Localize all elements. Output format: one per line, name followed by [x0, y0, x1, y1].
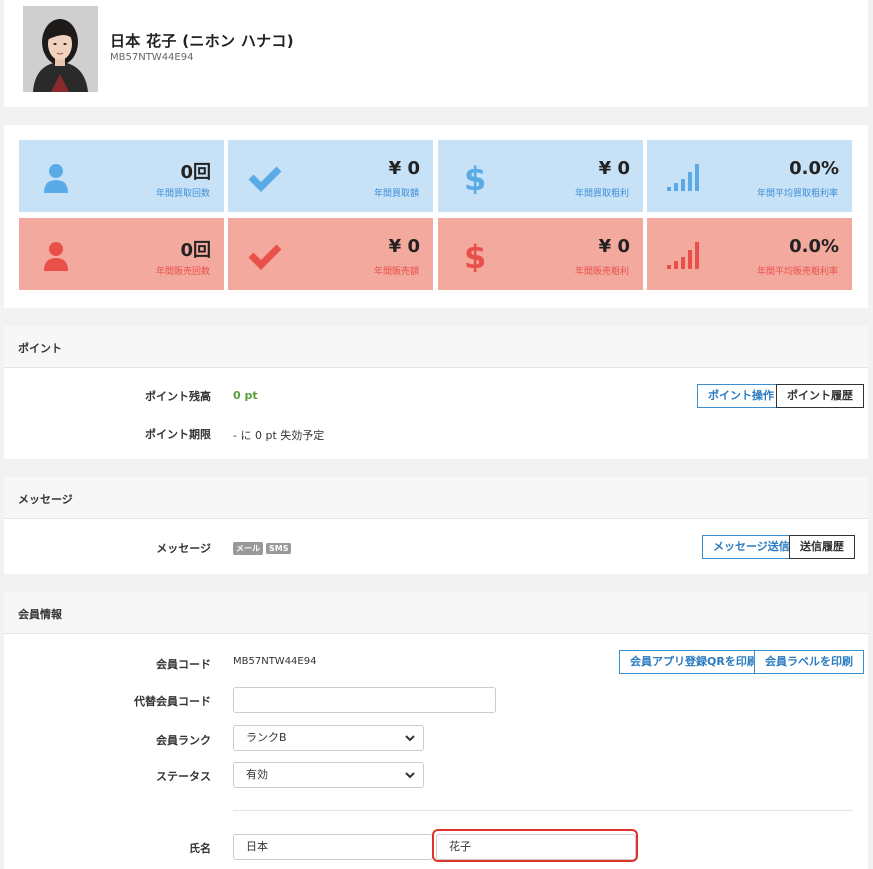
stat-tile-buy-count: 0回 年間買取回数 — [19, 140, 224, 212]
svg-text:$: $ — [464, 160, 486, 194]
stat-label: 年間買取粗利 — [574, 189, 629, 199]
dollar-icon: $ — [464, 160, 486, 194]
check-icon — [248, 166, 282, 192]
stat-tile-buy-amount: ¥ 0 年間買取額 — [228, 140, 433, 212]
stat-tile-buy-rate: 0.0% 年間平均買取粗利率 — [647, 140, 852, 212]
chevron-down-icon — [405, 735, 415, 742]
point-history-button[interactable]: ポイント履歴 — [776, 384, 864, 408]
message-tags: メール SMS — [233, 541, 294, 555]
svg-text:$: $ — [464, 238, 486, 272]
stat-value: ¥ 0 — [388, 158, 420, 179]
member-code: MB57NTW44E94 — [110, 52, 194, 63]
stat-label: 年間平均買取粗利率 — [756, 189, 838, 199]
name-label: 氏名 — [189, 842, 211, 855]
section-title: ポイント — [4, 326, 868, 368]
rank-label: 会員ランク — [156, 734, 211, 747]
stat-value: ¥ 0 — [388, 236, 420, 257]
check-icon — [248, 244, 282, 270]
status-select-value: 有効 — [246, 768, 268, 781]
person-icon — [44, 164, 68, 193]
last-name-input[interactable]: 日本 — [233, 834, 433, 860]
chevron-down-icon — [405, 772, 415, 779]
message-label: メッセージ — [156, 542, 211, 555]
member-info-section: 会員情報 会員コード MB57NTW44E94 会員アプリ登録QRを印刷 会員ラ… — [4, 592, 868, 869]
stat-label: 年間平均販売粗利率 — [756, 267, 838, 277]
stat-tile-sell-rate: 0.0% 年間平均販売粗利率 — [647, 218, 852, 290]
send-history-button[interactable]: 送信履歴 — [789, 535, 855, 559]
status-label: ステータス — [156, 770, 211, 783]
stat-label: 年間販売回数 — [155, 267, 210, 277]
print-member-label-button[interactable]: 会員ラベルを印刷 — [754, 650, 864, 674]
stat-tile-sell-profit: $ ¥ 0 年間販売粗利 — [438, 218, 643, 290]
points-expiry-label: ポイント期限 — [145, 428, 211, 441]
stat-tile-sell-amount: ¥ 0 年間販売額 — [228, 218, 433, 290]
points-expiry-value: - に 0 pt 失効予定 — [233, 429, 325, 442]
stat-value: ¥ 0 — [598, 236, 630, 257]
point-operation-button[interactable]: ポイント操作 — [697, 384, 785, 408]
stat-value: 0.0% — [789, 236, 839, 257]
highlight-box — [432, 829, 638, 862]
rank-select[interactable]: ランクB — [233, 725, 424, 751]
stat-value: ¥ 0 — [598, 158, 630, 179]
rank-select-value: ランクB — [246, 731, 287, 744]
stat-value: 0回 — [180, 162, 211, 183]
print-app-qr-button[interactable]: 会員アプリ登録QRを印刷 — [619, 650, 769, 674]
member-name: 日本 花子 (ニホン ハナコ) — [110, 32, 294, 50]
section-title: メッセージ — [4, 477, 868, 519]
signal-bars-icon — [667, 164, 699, 191]
stat-label: 年間販売粗利 — [574, 267, 629, 277]
profile-header: 日本 花子 (ニホン ハナコ) MB57NTW44E94 — [4, 0, 868, 107]
person-icon — [44, 242, 68, 271]
messages-section: メッセージ メッセージ メール SMS メッセージ送信 送信履歴 — [4, 477, 868, 574]
member-code-label: 会員コード — [156, 658, 211, 671]
sms-tag: SMS — [266, 543, 292, 554]
stat-tile-buy-profit: $ ¥ 0 年間買取粗利 — [438, 140, 643, 212]
stat-label: 年間買取回数 — [155, 189, 210, 199]
send-message-button[interactable]: メッセージ送信 — [702, 535, 801, 559]
signal-bars-icon — [667, 242, 699, 269]
stats-panel: 0回 年間買取回数 ¥ 0 年間買取額 $ ¥ 0 年間買取粗利 0.0% 年間… — [4, 125, 868, 308]
profile-photo — [23, 6, 98, 92]
stat-value: 0回 — [180, 240, 211, 261]
divider — [233, 810, 853, 811]
member-code-value: MB57NTW44E94 — [233, 656, 317, 667]
stat-value: 0.0% — [789, 158, 839, 179]
status-select[interactable]: 有効 — [233, 762, 424, 788]
stat-tile-sell-count: 0回 年間販売回数 — [19, 218, 224, 290]
section-title: 会員情報 — [4, 592, 868, 634]
stat-label: 年間買取額 — [373, 189, 419, 199]
points-balance-value: 0 pt — [233, 389, 258, 402]
dollar-icon: $ — [464, 238, 486, 272]
mail-tag: メール — [233, 542, 263, 555]
stat-label: 年間販売額 — [373, 267, 419, 277]
alt-code-label: 代替会員コード — [134, 695, 211, 708]
points-balance-label: ポイント残高 — [145, 390, 211, 403]
alt-code-input[interactable] — [233, 687, 496, 713]
points-section: ポイント ポイント残高 0 pt ポイント操作 ポイント履歴 ポイント期限 - … — [4, 326, 868, 459]
